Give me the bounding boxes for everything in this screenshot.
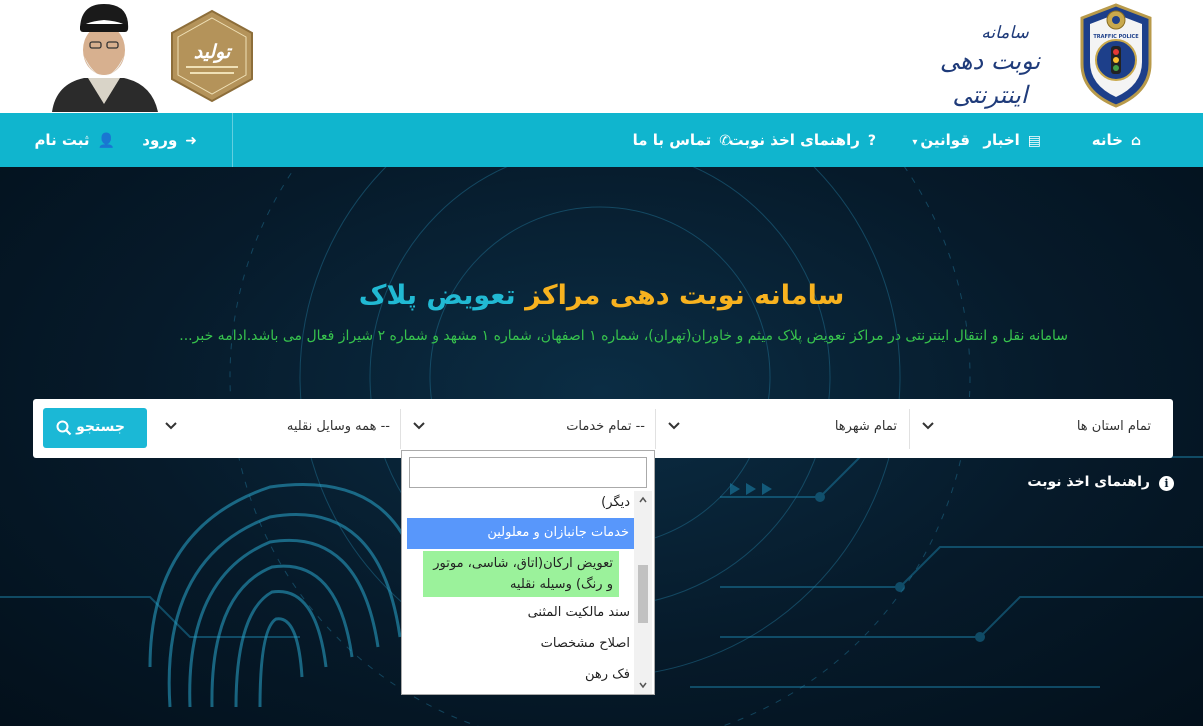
- nav-home[interactable]: ⌂ خانه: [1092, 113, 1141, 167]
- emblem-word: تولید: [194, 41, 233, 63]
- nav-login-label: ورود: [142, 131, 178, 149]
- nav-laws[interactable]: قوانین▾: [912, 113, 970, 167]
- province-select-value: تمام استان ها: [1076, 419, 1151, 434]
- city-select-value: تمام شهرها: [834, 419, 897, 434]
- chevron-down-icon: [165, 422, 177, 430]
- production-year-emblem: تولید: [171, 9, 253, 103]
- service-option[interactable]: سند مالکیت المثنی: [528, 605, 630, 620]
- nav-booking-guide[interactable]: ? راهنمای اخذ نوبت: [729, 113, 876, 167]
- hero-title-part2: تعویض پلاک: [358, 280, 516, 311]
- search-button-label: جستجو: [76, 419, 125, 435]
- service-option[interactable]: اصلاح مشخصات: [541, 636, 630, 651]
- select-separator: [655, 409, 656, 449]
- badge-label: TRAFFIC POLICE: [1093, 34, 1139, 40]
- chevron-down-icon: [668, 422, 680, 430]
- nav-laws-label: قوانین: [920, 131, 970, 149]
- traffic-police-badge-icon[interactable]: TRAFFIC POLICE: [1076, 2, 1156, 108]
- booking-guide-link-label: راهنمای اخذ نوبت: [1027, 474, 1150, 490]
- service-option[interactable]: فک رهن: [585, 667, 630, 682]
- logo-line1: سامانه: [981, 23, 1029, 43]
- info-icon: i: [1159, 476, 1174, 491]
- caret-down-icon: ▾: [912, 137, 918, 148]
- question-icon: ?: [867, 133, 876, 149]
- province-select[interactable]: تمام استان ها: [910, 399, 1173, 458]
- service-option[interactable]: دیگر): [601, 495, 630, 510]
- chevron-down-icon: [413, 422, 425, 430]
- service-option[interactable]: تعویض ارکان(اتاق، شاسی، موتور و رنگ) وسی…: [423, 551, 619, 597]
- nav-news[interactable]: ▤ اخبار: [983, 113, 1041, 167]
- home-icon: ⌂: [1130, 133, 1141, 149]
- leader-portrait-image: [52, 4, 158, 112]
- phone-icon: ✆: [719, 133, 731, 149]
- user-plus-icon: 👤: [97, 133, 115, 149]
- service-options-list: دیگر) خدمات جانبازان و معلولین تعویض ارک…: [402, 491, 656, 694]
- nav-divider: [232, 113, 233, 167]
- dropdown-search-input[interactable]: [409, 457, 647, 488]
- chevron-down-icon: [922, 422, 934, 430]
- select-separator: [400, 409, 401, 449]
- nav-contact[interactable]: ✆ تماس با ما: [633, 113, 731, 167]
- news-icon: ▤: [1027, 133, 1041, 149]
- service-option-highlighted[interactable]: خدمات جانبازان و معلولین: [407, 518, 635, 549]
- search-icon: [56, 420, 72, 436]
- fingerprint-graphic: [148, 483, 426, 708]
- service-dropdown: دیگر) خدمات جانبازان و معلولین تعویض ارک…: [401, 450, 655, 695]
- city-select[interactable]: تمام شهرها: [656, 399, 909, 458]
- site-logo-text[interactable]: سامانه نوبت دهی اینترنتی: [925, 22, 1055, 109]
- hero-title: سامانه نوبت دهی مراکز تعویض پلاک: [0, 280, 1203, 311]
- scrollbar-thumb[interactable]: [638, 565, 648, 623]
- vehicle-select[interactable]: -- همه وسایل نقلیه: [153, 399, 400, 458]
- search-button[interactable]: جستجو: [43, 408, 147, 448]
- nav-register-label: ثبت نام: [34, 131, 90, 149]
- nav-register[interactable]: 👤 ثبت نام: [34, 113, 115, 167]
- chevron-up-icon[interactable]: [638, 495, 648, 505]
- nav-booking-guide-label: راهنمای اخذ نوبت: [728, 131, 860, 149]
- logo-line2: نوبت دهی اینترنتی: [939, 47, 1041, 109]
- site-header: TRAFFIC POLICE سامانه نوبت دهی اینترنتی …: [0, 0, 1203, 113]
- booking-guide-link[interactable]: i راهنمای اخذ نوبت: [1027, 474, 1180, 494]
- nav-news-label: اخبار: [983, 131, 1020, 149]
- select-separator: [909, 409, 910, 449]
- dropdown-scrollbar[interactable]: [634, 491, 652, 694]
- arrow-chevrons: [730, 483, 772, 495]
- nav-contact-label: تماس با ما: [632, 131, 712, 149]
- nav-login[interactable]: ➜ ورود: [142, 113, 197, 167]
- vehicle-select-value: -- همه وسایل نقلیه: [286, 419, 390, 434]
- service-select-value: -- تمام خدمات: [566, 419, 645, 434]
- hero-title-part1: سامانه نوبت دهی مراکز: [525, 280, 845, 311]
- chevron-down-icon[interactable]: [638, 680, 648, 690]
- sign-in-icon: ➜: [185, 133, 197, 149]
- main-navbar: ⌂ خانه ▤ اخبار قوانین▾ ? راهنمای اخذ نوبت ✆…: [0, 113, 1203, 167]
- nav-home-label: خانه: [1091, 131, 1123, 149]
- hero-news-ticker[interactable]: سامانه نقل و انتقال اینترنتی در مراکز تع…: [138, 328, 1068, 344]
